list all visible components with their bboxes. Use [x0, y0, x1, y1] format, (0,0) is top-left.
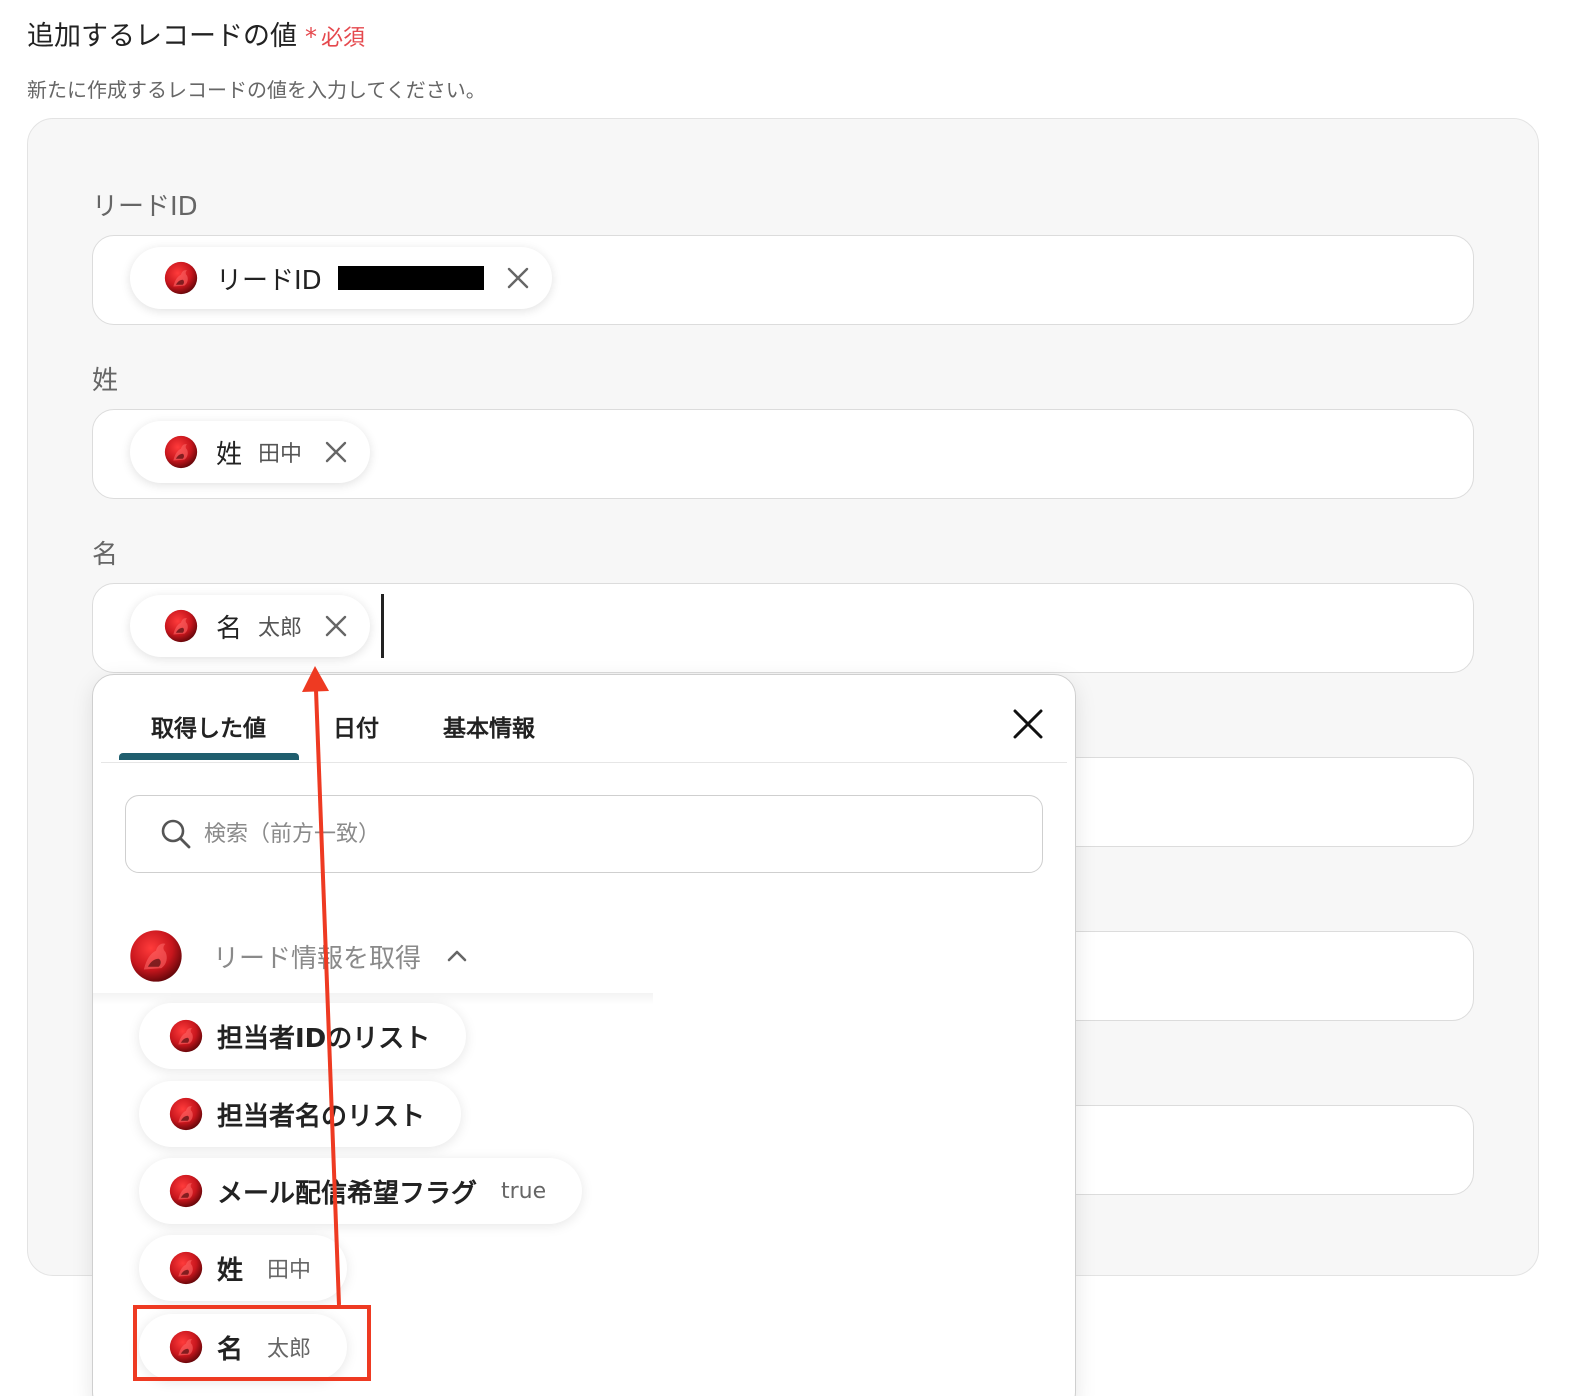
- first-name-chip[interactable]: 名 太郎: [130, 595, 371, 657]
- close-icon[interactable]: [506, 266, 530, 290]
- tab-divider: [101, 762, 1067, 763]
- group-header[interactable]: リード情報を取得: [129, 929, 469, 983]
- section-header: 追加するレコードの値 * 必須: [27, 14, 365, 53]
- required-label: 必須: [321, 26, 366, 51]
- text-caret: [381, 594, 384, 658]
- app-icon: [169, 1019, 203, 1053]
- option-last-name[interactable]: 姓 田中: [139, 1235, 348, 1301]
- record-values-screen: 追加するレコードの値 * 必須 新たに作成するレコードの値を入力してください。 …: [0, 0, 1570, 1396]
- app-icon: [169, 1251, 203, 1285]
- chip-label: 姓: [216, 439, 243, 470]
- option-assignee-name-list[interactable]: 担当者名のリスト: [139, 1081, 462, 1147]
- section-title: 追加するレコードの値: [27, 21, 297, 52]
- chip-label: リードID: [216, 265, 322, 296]
- chevron-up-icon[interactable]: [445, 944, 469, 968]
- search-icon: [161, 819, 191, 849]
- active-tab-indicator: [119, 753, 299, 760]
- option-label: 担当者名のリスト: [217, 1101, 426, 1132]
- last-name-chip[interactable]: 姓 田中: [130, 421, 371, 483]
- section-description: 新たに作成するレコードの値を入力してください。: [27, 78, 486, 102]
- tab-basic-info[interactable]: 基本情報: [443, 709, 535, 743]
- chip-value: 太郎: [258, 616, 303, 641]
- app-icon: [164, 435, 198, 469]
- search-input[interactable]: [202, 820, 1002, 848]
- group-label: リード情報を取得: [213, 943, 422, 974]
- app-icon: [129, 929, 183, 983]
- redacted-value: [337, 266, 484, 290]
- lead-id-chip[interactable]: リードID: [130, 247, 552, 309]
- field-label-last-name: 姓: [92, 366, 119, 396]
- chip-label: 名: [216, 613, 243, 644]
- option-label: メール配信希望フラグ: [217, 1178, 478, 1209]
- app-icon: [164, 261, 198, 295]
- close-icon[interactable]: [1011, 707, 1045, 741]
- option-label: 担当者IDのリスト: [217, 1023, 431, 1054]
- required-mark: *: [305, 23, 317, 51]
- app-icon: [164, 609, 198, 643]
- field-label-lead-id: リードID: [92, 192, 198, 222]
- option-assignee-id-list[interactable]: 担当者IDのリスト: [139, 1003, 467, 1069]
- option-label: 姓: [217, 1255, 244, 1286]
- search-box[interactable]: [125, 795, 1043, 873]
- option-value: 田中: [267, 1258, 312, 1283]
- close-icon[interactable]: [324, 440, 348, 464]
- value-picker-dropdown: 取得した値 日付 基本情報 リード情報を取得 担当者IDのリスト: [92, 674, 1076, 1396]
- app-icon: [169, 1174, 203, 1208]
- chip-value: 田中: [258, 442, 303, 467]
- field-label-first-name: 名: [92, 540, 119, 570]
- app-icon: [169, 1097, 203, 1131]
- option-mail-opt-in-flag[interactable]: メール配信希望フラグ true: [139, 1158, 583, 1224]
- close-icon[interactable]: [324, 614, 348, 638]
- tab-date[interactable]: 日付: [333, 709, 379, 743]
- annotation-highlight-box: [133, 1305, 371, 1381]
- option-value: true: [501, 1178, 547, 1204]
- tab-fetched-values[interactable]: 取得した値: [151, 709, 266, 743]
